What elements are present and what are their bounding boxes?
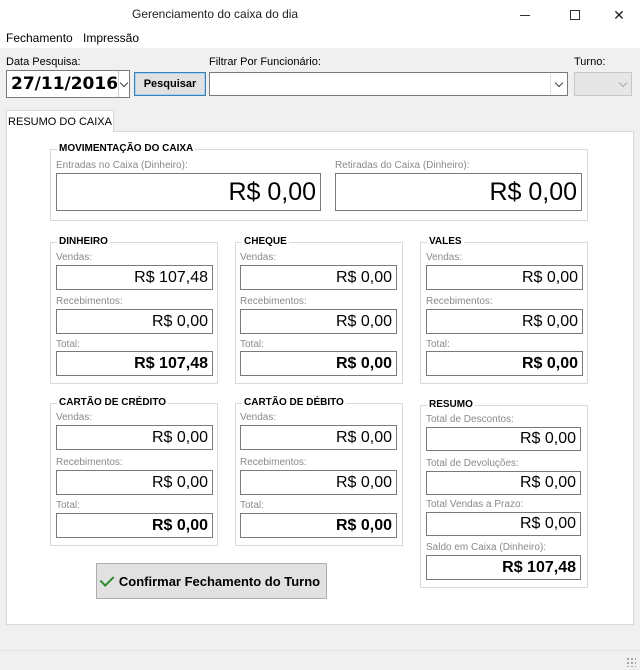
credito-vendas-field[interactable]: R$ 0,00 xyxy=(56,425,213,450)
confirm-closing-button[interactable]: Confirmar Fechamento do Turno xyxy=(96,563,327,599)
retiradas-field[interactable]: R$ 0,00 xyxy=(335,173,582,211)
group-title: CHEQUE xyxy=(242,236,289,247)
dinheiro-recebimentos-field[interactable]: R$ 0,00 xyxy=(56,309,213,334)
shift-select[interactable] xyxy=(574,72,632,96)
debito-total-label: Total: xyxy=(240,500,264,511)
minimize-icon xyxy=(520,14,530,16)
resumo-prazo-field[interactable]: R$ 0,00 xyxy=(426,512,581,536)
credito-vendas-label: Vendas: xyxy=(56,412,93,423)
vales-total-field[interactable]: R$ 0,00 xyxy=(426,351,583,376)
credito-recebimentos-label: Recebimentos: xyxy=(56,457,123,468)
date-dropdown-button[interactable] xyxy=(118,71,129,97)
minimize-button[interactable] xyxy=(502,0,548,30)
employee-select[interactable] xyxy=(209,72,568,96)
menu-bar: Fechamento Impressão xyxy=(0,30,640,48)
retiradas-label: Retiradas do Caixa (Dinheiro): xyxy=(335,160,470,171)
cheque-total-field[interactable]: R$ 0,00 xyxy=(240,351,397,376)
debito-total-field[interactable]: R$ 0,00 xyxy=(240,513,397,538)
entradas-field[interactable]: R$ 0,00 xyxy=(56,173,321,211)
maximize-button[interactable] xyxy=(552,0,598,30)
menu-impressao[interactable]: Impressão xyxy=(83,31,139,45)
vales-recebimentos-label: Recebimentos: xyxy=(426,296,493,307)
shift-dropdown-button[interactable] xyxy=(614,73,631,95)
resumo-saldo-label: Saldo em Caixa (Dinheiro): xyxy=(426,542,547,553)
title-bar: Gerenciamento do caixa do dia ✕ xyxy=(0,0,640,30)
resumo-devolucoes-label: Total de Devoluções: xyxy=(426,458,519,469)
shift-select-value xyxy=(575,73,614,95)
date-label: Data Pesquisa: xyxy=(6,56,81,68)
resumo-saldo-field[interactable]: R$ 107,48 xyxy=(426,555,581,580)
group-title: VALES xyxy=(427,236,464,247)
credito-total-field[interactable]: R$ 0,00 xyxy=(56,513,213,538)
resize-grip-icon[interactable] xyxy=(626,657,636,667)
window-title: Gerenciamento do caixa do dia xyxy=(132,7,299,21)
cheque-vendas-field[interactable]: R$ 0,00 xyxy=(240,265,397,290)
dinheiro-recebimentos-label: Recebimentos: xyxy=(56,296,123,307)
shift-label: Turno: xyxy=(574,56,606,68)
dinheiro-vendas-field[interactable]: R$ 107,48 xyxy=(56,265,213,290)
dinheiro-vendas-label: Vendas: xyxy=(56,252,93,263)
menu-fechamento[interactable]: Fechamento xyxy=(6,31,73,45)
group-title: DINHEIRO xyxy=(57,236,110,247)
resumo-devolucoes-field[interactable]: R$ 0,00 xyxy=(426,471,581,495)
confirm-closing-label: Confirmar Fechamento do Turno xyxy=(118,573,321,589)
vales-total-label: Total: xyxy=(426,339,450,350)
debito-recebimentos-label: Recebimentos: xyxy=(240,457,307,468)
employee-dropdown-button[interactable] xyxy=(550,73,567,95)
employee-filter-label: Filtrar Por Funcionário: xyxy=(209,56,321,68)
cheque-vendas-label: Vendas: xyxy=(240,252,277,263)
close-button[interactable]: ✕ xyxy=(596,0,640,30)
debito-vendas-field[interactable]: R$ 0,00 xyxy=(240,425,397,450)
vales-vendas-field[interactable]: R$ 0,00 xyxy=(426,265,583,290)
dinheiro-total-field[interactable]: R$ 107,48 xyxy=(56,351,213,376)
debito-recebimentos-field[interactable]: R$ 0,00 xyxy=(240,470,397,495)
employee-select-value xyxy=(210,73,550,95)
status-bar xyxy=(0,650,640,670)
group-title: MOVIMENTAÇÃO DO CAIXA xyxy=(57,143,196,154)
credito-total-label: Total: xyxy=(56,500,80,511)
date-picker[interactable]: 27/11/2016 xyxy=(6,70,130,98)
check-icon xyxy=(99,571,115,587)
vales-recebimentos-field[interactable]: R$ 0,00 xyxy=(426,309,583,334)
dinheiro-total-label: Total: xyxy=(56,339,80,350)
group-title: CARTÃO DE DÉBITO xyxy=(242,397,346,408)
chevron-down-icon xyxy=(119,78,129,87)
entradas-label: Entradas no Caixa (Dinheiro): xyxy=(56,160,188,171)
resumo-descontos-label: Total de Descontos: xyxy=(426,414,514,425)
cheque-recebimentos-label: Recebimentos: xyxy=(240,296,307,307)
group-title: CARTÃO DE CRÉDITO xyxy=(57,397,169,408)
group-title: RESUMO xyxy=(427,399,475,410)
cheque-recebimentos-field[interactable]: R$ 0,00 xyxy=(240,309,397,334)
tab-resumo-do-caixa[interactable]: RESUMO DO CAIXA xyxy=(6,110,114,132)
resumo-prazo-label: Total Vendas a Prazo: xyxy=(426,499,524,510)
chevron-down-icon xyxy=(618,78,627,87)
credito-recebimentos-field[interactable]: R$ 0,00 xyxy=(56,470,213,495)
resumo-descontos-field[interactable]: R$ 0,00 xyxy=(426,427,581,451)
cheque-total-label: Total: xyxy=(240,339,264,350)
maximize-icon xyxy=(570,10,580,20)
vales-vendas-label: Vendas: xyxy=(426,252,463,263)
search-button[interactable]: Pesquisar xyxy=(134,72,206,96)
date-value: 27/11/2016 xyxy=(11,74,119,94)
debito-vendas-label: Vendas: xyxy=(240,412,277,423)
chevron-down-icon xyxy=(554,78,564,87)
close-icon: ✕ xyxy=(613,6,625,23)
